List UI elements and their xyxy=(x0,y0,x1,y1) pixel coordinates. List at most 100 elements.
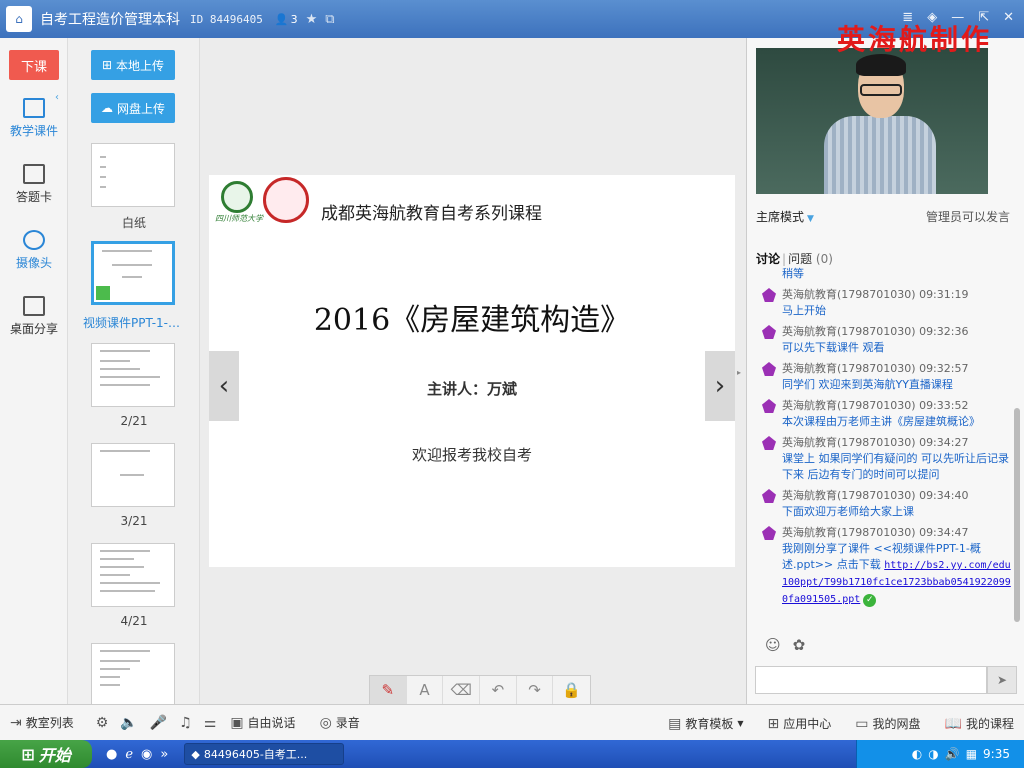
nav-courseware[interactable]: 教学课件 xyxy=(0,98,68,139)
eraser-icon[interactable]: ⌫ xyxy=(443,676,481,704)
undo-icon[interactable]: ↶ xyxy=(480,676,517,704)
settings-icon[interactable]: ⚙ xyxy=(96,715,109,731)
brush-icon[interactable]: ✎ xyxy=(370,676,407,704)
school-seal-logo xyxy=(263,177,309,223)
tray-app-icon[interactable]: ◐ xyxy=(912,747,922,761)
nav-desktop-share[interactable]: 桌面分享 xyxy=(0,296,68,337)
teacher-figure xyxy=(816,54,936,194)
record-button[interactable]: ◎ 录音 xyxy=(320,714,360,731)
lock-icon[interactable]: 🔒 xyxy=(553,676,590,704)
next-slide-button[interactable]: › xyxy=(705,351,735,421)
thumb-label: 4/21 xyxy=(120,614,148,628)
nav-answer-card-label: 答题卡 xyxy=(15,190,52,204)
image-icon: ▣ xyxy=(230,714,244,731)
vip-badge-icon xyxy=(762,526,776,540)
tray-app-icon[interactable]: ◑ xyxy=(928,747,938,761)
chat-input[interactable] xyxy=(755,666,987,694)
text-tool-icon[interactable]: A xyxy=(407,676,444,704)
thumb-slide-3[interactable] xyxy=(91,443,175,507)
user-icon: 👤 xyxy=(274,12,289,26)
vip-badge-icon xyxy=(762,399,776,413)
right-panel: 主席模式 ▼ 管理员可以发言 讨论 | 问题 (0) 稍等 英海航教育(1798701… xyxy=(746,38,1024,704)
taskbar-window-button[interactable]: ◆ 84496405-自考工... xyxy=(184,743,345,765)
thumb-label: 2/21 xyxy=(120,414,148,428)
star-icon[interactable]: ★ xyxy=(306,12,318,27)
tab-question[interactable]: 问题 xyxy=(788,252,812,266)
camera-icon xyxy=(23,230,45,250)
system-tray: ◐ ◑ 🔊 ▦ 9:35 xyxy=(856,740,1024,768)
window-title: 自考工程造价管理本科 xyxy=(40,12,180,28)
close-icon[interactable]: ✕ xyxy=(1003,10,1014,25)
speaker-icon[interactable]: 🔈 xyxy=(120,715,137,731)
tab-discuss[interactable]: 讨论 xyxy=(756,252,780,266)
slide-speaker: 主讲人：万斌 xyxy=(426,380,517,398)
chat-message: 英海航教育(1798701030) 09:32:57 同学们 欢迎来到英海航YY… xyxy=(756,361,1016,393)
mixer-icon[interactable]: ⚌ xyxy=(204,715,217,731)
slide-stage: 四川师范大学 成都英海航教育自考系列课程 2016《房屋建筑构造》 主讲人：万斌… xyxy=(200,38,746,705)
local-upload-button[interactable]: ⊞ 本地上传 xyxy=(91,50,175,80)
cloud-upload-button[interactable]: ☁ 网盘上传 xyxy=(91,93,175,123)
bottom-bar: ⇥ 教室列表 ⚙ 🔈 🎤 ♫ ⚌ ▣ 自由说话 ◎ 录音 ▤ 教育模板 ▼ ⊞ 应用中心 ▭… xyxy=(0,704,1024,740)
question-count: (0) xyxy=(815,252,833,266)
chat-scrollbar[interactable] xyxy=(1014,408,1020,622)
browser-icon[interactable]: ◉ xyxy=(141,747,152,762)
music-icon[interactable]: ♫ xyxy=(179,715,192,731)
redo-icon[interactable]: ↷ xyxy=(517,676,554,704)
my-course-button[interactable]: 📖 我的课程 xyxy=(945,715,1014,732)
template-button[interactable]: ▤ 教育模板 ▼ xyxy=(668,715,743,732)
ie-icon[interactable]: ℯ xyxy=(125,747,133,762)
thumb-slide-1[interactable] xyxy=(91,241,175,305)
end-class-button[interactable]: 下课 xyxy=(9,50,59,80)
upload-icon: ⊞ xyxy=(101,58,113,72)
emoji-icon[interactable]: ☺ xyxy=(765,636,781,654)
speak-permission: 管理员可以发言 xyxy=(925,210,1010,224)
flower-icon[interactable]: ✿ xyxy=(793,636,806,654)
network-icon[interactable]: ▦ xyxy=(966,747,977,761)
university-logo-text: 四川师范大学 xyxy=(215,214,263,223)
send-button[interactable]: ➤ xyxy=(987,666,1017,694)
slide-header: 成都英海航教育自考系列课程 xyxy=(321,204,542,224)
app-center-button[interactable]: ⊞ 应用中心 xyxy=(768,715,832,732)
chat-message: 英海航教育(1798701030) 09:34:40 下面欢迎万老师给大家上课 xyxy=(756,488,1016,520)
vip-badge-icon xyxy=(762,288,776,302)
chat-message: 英海航教育(1798701030) 09:32:36 可以先下载课件 观看 xyxy=(756,324,1016,356)
chat-message: 英海航教育(1798701030) 09:31:19 马上开始 xyxy=(756,287,1016,319)
free-talk-button[interactable]: ▣ 自由说话 xyxy=(230,714,295,731)
thumb-label: 视频课件PPT-1-… xyxy=(83,316,180,330)
thumb-slide-2[interactable] xyxy=(91,343,175,407)
vip-badge-icon xyxy=(762,436,776,450)
thumb-slide-4[interactable] xyxy=(91,543,175,607)
chat-message: 英海航教育(1798701030) 09:34:27 课堂上 如果同学们有疑问的… xyxy=(756,435,1016,483)
home-icon[interactable]: ⌂ xyxy=(6,6,32,32)
clock[interactable]: 9:35 xyxy=(983,747,1010,761)
edit-icon xyxy=(23,164,45,184)
vip-badge-icon xyxy=(762,362,776,376)
current-slide: 四川师范大学 成都英海航教育自考系列课程 2016《房屋建筑构造》 主讲人：万斌… xyxy=(209,175,735,705)
expand-icon[interactable]: » xyxy=(160,747,168,762)
microphone-icon[interactable]: 🎤 xyxy=(150,715,167,731)
book-icon: 📖 xyxy=(944,715,962,732)
mode-select[interactable]: 主席模式 ▼ xyxy=(756,208,814,225)
my-disk-button[interactable]: ▭ 我的网盘 xyxy=(855,715,920,732)
nav-courseware-label: 教学课件 xyxy=(9,124,58,138)
volume-icon[interactable]: 🔊 xyxy=(945,747,960,761)
nav-camera[interactable]: 摄像头 xyxy=(0,230,68,271)
qq-icon[interactable]: ● xyxy=(106,747,117,762)
thumb-label: 3/21 xyxy=(120,514,148,528)
record-icon: ◎ xyxy=(319,714,332,731)
room-list-button[interactable]: ⇥ 教室列表 xyxy=(10,714,74,731)
chat-message: 稍等 xyxy=(782,267,804,280)
chat-tools: ☺ ✿ xyxy=(765,636,805,654)
yy-app-icon: ◆ xyxy=(191,747,200,761)
grid-icon: ⊞ xyxy=(767,715,780,732)
nav-answer-card[interactable]: 答题卡 xyxy=(0,164,68,205)
prev-slide-button[interactable]: ‹ xyxy=(209,351,239,421)
collapse-right-icon[interactable]: ▸ xyxy=(737,368,741,377)
chat-message: 英海航教育(1798701030) 09:34:47 我刚刚分享了课件 <<视频… xyxy=(756,525,1016,608)
thumb-label: 白纸 xyxy=(121,216,146,230)
start-button[interactable]: ⊞ 开始 xyxy=(0,740,92,768)
thumb-blank[interactable] xyxy=(91,143,175,207)
share-icon[interactable]: ⧉ xyxy=(325,12,334,27)
thumb-slide-5[interactable] xyxy=(91,643,175,704)
draw-toolbar: ✎ A ⌫ ↶ ↷ 🔒 xyxy=(369,675,591,705)
